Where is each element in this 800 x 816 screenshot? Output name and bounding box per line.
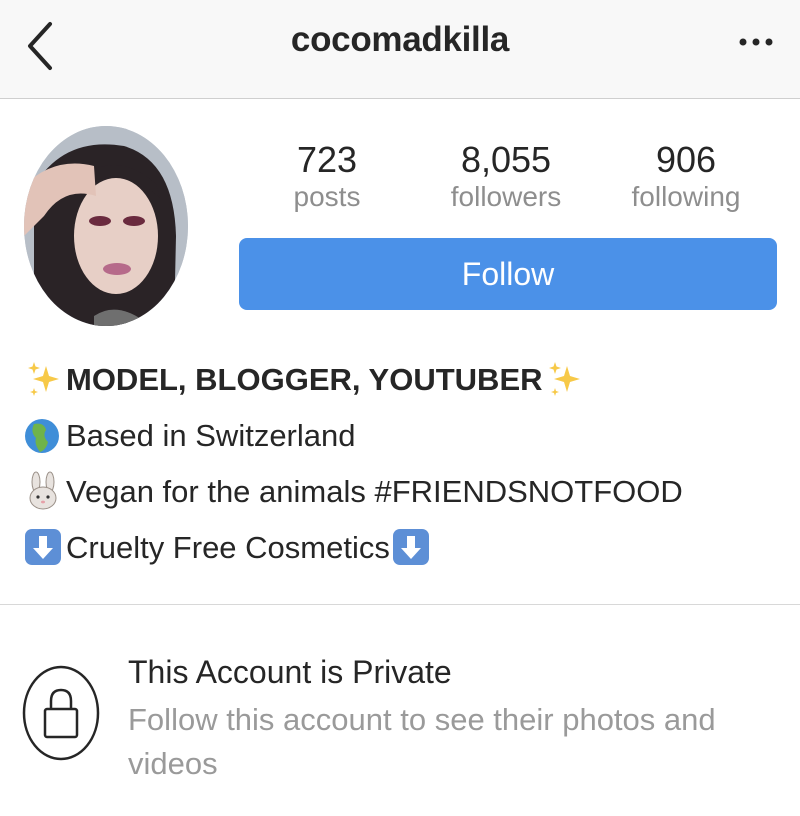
bio-line: Based in Switzerland — [22, 408, 782, 464]
sparkles-icon — [543, 358, 587, 402]
posts-count: 723 — [296, 139, 358, 180]
following-count: 906 — [655, 139, 717, 180]
rabbit-icon — [22, 470, 66, 514]
bio-text: MODEL, BLOGGER, YOUTUBER — [66, 362, 543, 397]
sparkles-icon — [22, 358, 66, 402]
bio-line: Cruelty Free Cosmetics — [22, 520, 782, 576]
section-divider — [0, 604, 800, 605]
following-label: following — [631, 181, 741, 212]
followers-stat[interactable]: 8,055 followers — [432, 140, 580, 214]
down-arrow-icon — [390, 526, 434, 570]
bio-line: MODEL, BLOGGER, YOUTUBER — [22, 352, 782, 408]
username-title: cocomadkilla — [290, 20, 510, 59]
profile-bio: MODEL, BLOGGER, YOUTUBER Based in Switze… — [22, 352, 782, 576]
posts-stat: 723 posts — [268, 140, 386, 214]
posts-label: posts — [293, 181, 361, 212]
private-account-subtitle: Follow this account to see their photos … — [128, 702, 716, 781]
bio-text: Vegan for the animals #FRIENDSNOTFOOD — [66, 474, 683, 509]
down-arrow-icon — [22, 526, 66, 570]
profile-avatar[interactable] — [24, 126, 188, 326]
followers-count: 8,055 — [460, 139, 552, 180]
bio-text: Cruelty Free Cosmetics — [66, 530, 390, 565]
bio-text: Based in Switzerland — [66, 418, 356, 453]
more-horizontal-icon — [739, 38, 773, 46]
follow-button[interactable]: Follow — [239, 238, 777, 310]
globe-icon — [22, 414, 66, 458]
followers-label: followers — [450, 181, 562, 212]
avatar-photo — [24, 126, 188, 326]
private-account-title: This Account is Private — [128, 654, 452, 690]
top-nav-bar: cocomadkilla — [0, 0, 800, 99]
more-options-button[interactable] — [738, 34, 774, 50]
following-stat[interactable]: 906 following — [616, 140, 756, 214]
bio-line: Vegan for the animals #FRIENDSNOTFOOD — [22, 464, 782, 520]
lock-icon — [22, 665, 100, 761]
